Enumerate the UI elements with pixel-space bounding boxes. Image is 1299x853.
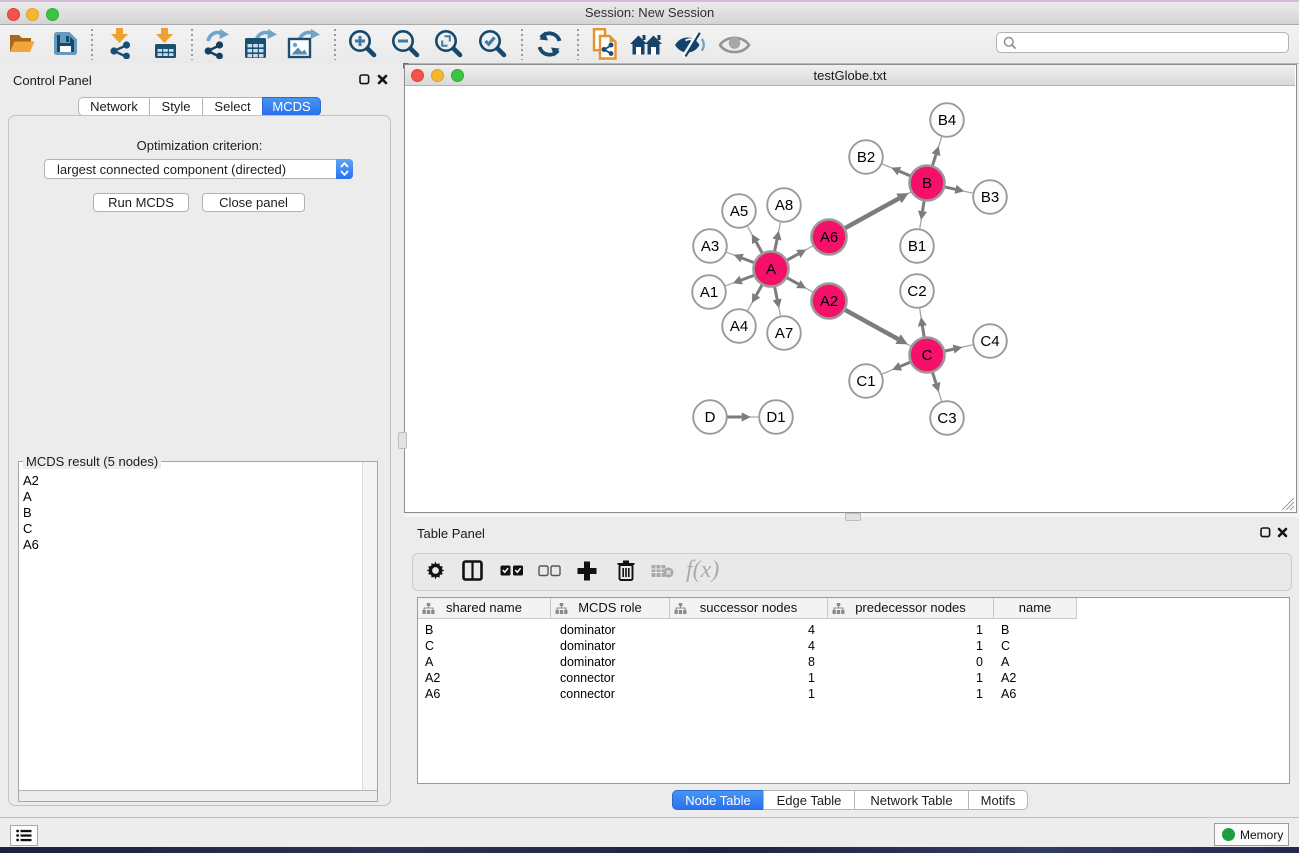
svg-text:A6: A6 [820, 229, 838, 246]
svg-text:B4: B4 [938, 112, 956, 129]
svg-text:D: D [705, 409, 716, 426]
svg-text:A7: A7 [775, 325, 793, 342]
svg-text:A5: A5 [730, 203, 748, 220]
svg-text:A4: A4 [730, 318, 748, 335]
svg-text:B3: B3 [981, 189, 999, 206]
svg-text:A1: A1 [700, 284, 718, 301]
svg-text:C4: C4 [980, 333, 999, 350]
svg-text:C3: C3 [937, 410, 956, 427]
svg-text:A3: A3 [701, 238, 719, 255]
svg-text:B: B [922, 175, 932, 192]
svg-text:C1: C1 [856, 373, 875, 390]
svg-text:A: A [766, 261, 776, 278]
svg-text:C2: C2 [907, 283, 926, 300]
svg-text:A8: A8 [775, 197, 793, 214]
svg-text:B1: B1 [908, 238, 926, 255]
svg-text:D1: D1 [766, 409, 785, 426]
svg-text:B2: B2 [857, 149, 875, 166]
svg-text:C: C [922, 347, 933, 364]
svg-text:A2: A2 [820, 293, 838, 310]
